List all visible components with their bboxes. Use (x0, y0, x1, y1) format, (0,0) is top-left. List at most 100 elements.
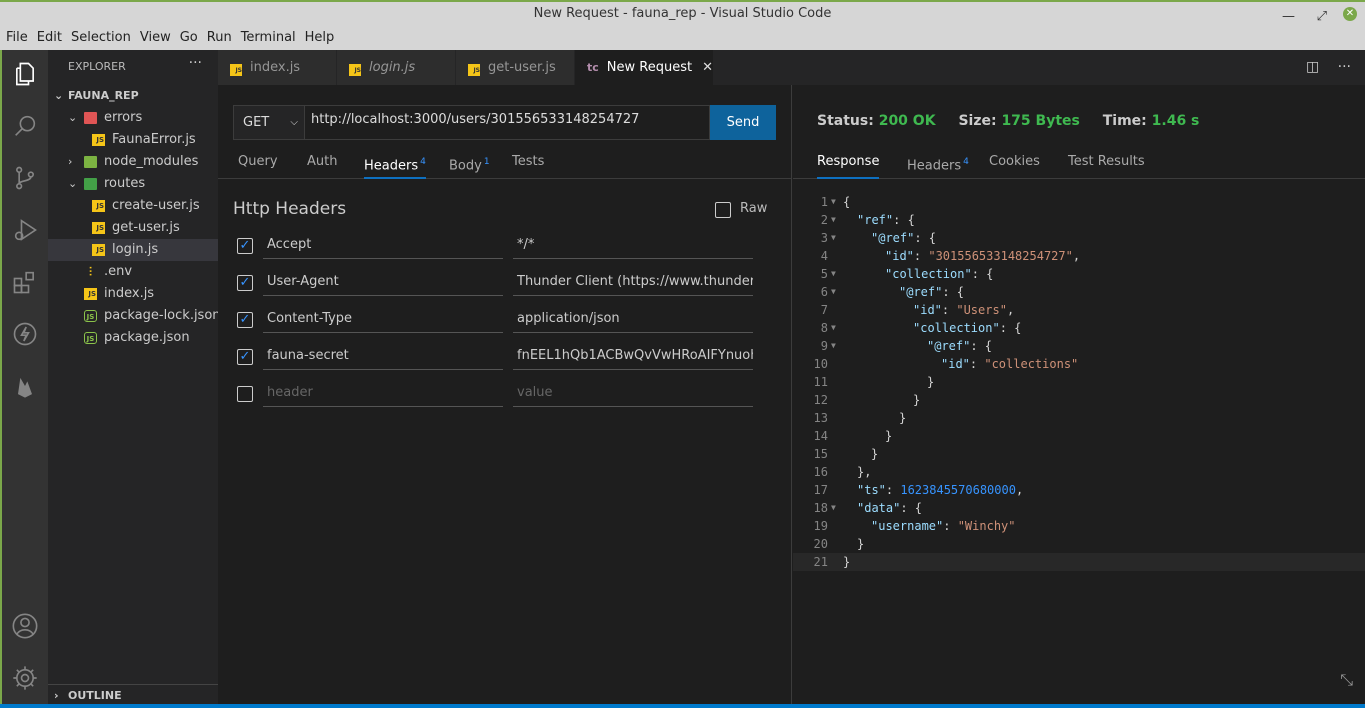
tree-item[interactable]: ⫶ .env (48, 261, 218, 283)
tab-index-js[interactable]: JS index.js (218, 50, 337, 85)
thunder-client-icon[interactable] (11, 320, 39, 348)
tree-item[interactable]: JS get-user.js (48, 217, 218, 239)
fold-arrow-icon[interactable]: ▼ (831, 499, 836, 517)
tree-item-label: package-lock.json (104, 308, 221, 323)
code-text: "@ref": { (871, 229, 936, 247)
fold-arrow-icon[interactable]: ▼ (831, 229, 836, 247)
code-text: "data": { (857, 499, 922, 517)
explorer-icon[interactable] (11, 60, 39, 88)
maximize-button[interactable]: ⤢ (1317, 5, 1327, 29)
tab-login-js[interactable]: JS login.js (337, 50, 456, 85)
tab-body[interactable]: Body 1 (449, 150, 490, 179)
tree-item[interactable]: JS login.js (48, 239, 218, 261)
fold-arrow-icon[interactable]: ▼ (831, 265, 836, 283)
code-line: 13} (793, 409, 1365, 427)
header-key-input[interactable]: Content-Type (263, 308, 503, 333)
tab-cookies[interactable]: Cookies (989, 150, 1040, 179)
header-value-input[interactable]: fnEEL1hQb1ACBwQvVwHRoAIFYnuohdY (513, 345, 753, 370)
send-button[interactable]: Send (710, 105, 776, 140)
menu-terminal[interactable]: Terminal (241, 30, 296, 45)
header-enabled-checkbox[interactable]: ✓ (237, 238, 253, 254)
code-line: 11} (793, 373, 1365, 391)
search-icon[interactable] (11, 112, 39, 140)
header-enabled-checkbox[interactable]: ✓ (237, 312, 253, 328)
close-window-button[interactable]: ✕ (1343, 7, 1357, 21)
header-value-input[interactable]: Thunder Client (https://www.thunderclien… (513, 271, 753, 296)
header-key-input[interactable]: fauna-secret (263, 345, 503, 370)
json-token: "collection" (913, 321, 1000, 335)
json-token: "301556533148254727" (928, 249, 1073, 263)
tree-item[interactable]: ⌄ routes (48, 173, 218, 195)
header-value-input[interactable]: value (513, 382, 753, 407)
fold-arrow-icon[interactable]: ▼ (831, 193, 836, 211)
code-text: "ref": { (857, 211, 915, 229)
menu-go[interactable]: Go (180, 30, 198, 45)
tab-auth[interactable]: Auth (307, 150, 337, 179)
expand-icon[interactable]: ⤡ (1340, 670, 1353, 690)
more-actions-icon[interactable]: ··· (1338, 59, 1351, 75)
menu-run[interactable]: Run (207, 30, 232, 45)
menu-file[interactable]: File (6, 30, 28, 45)
settings-gear-icon[interactable] (11, 664, 39, 692)
tab-tests[interactable]: Tests (512, 150, 544, 179)
menu-bar: File Edit Selection View Go Run Terminal Help (0, 27, 1365, 50)
url-input[interactable]: http://localhost:3000/users/301556533148… (304, 105, 710, 140)
line-number: 19 (813, 519, 828, 533)
header-key-input[interactable]: User-Agent (263, 271, 503, 296)
raw-checkbox[interactable] (715, 202, 731, 218)
tab-label: login.js (369, 60, 416, 75)
tab-headers[interactable]: Headers 4 (364, 150, 426, 179)
firebase-icon[interactable] (11, 372, 39, 400)
code-text: "collection": { (885, 265, 993, 283)
json-token: } (913, 393, 921, 407)
menu-help[interactable]: Help (305, 30, 335, 45)
tab-get-user-js[interactable]: JS get-user.js (456, 50, 575, 85)
extensions-icon[interactable] (11, 268, 39, 296)
workspace-root[interactable]: ⌄ FAUNA_REP (48, 85, 218, 107)
tab-test-results[interactable]: Test Results (1068, 150, 1145, 179)
tree-item[interactable]: JS package.json (48, 327, 218, 349)
header-enabled-checkbox[interactable] (237, 386, 253, 402)
fold-arrow-icon[interactable]: ▼ (831, 283, 836, 301)
tree-item[interactable]: › node_modules (48, 151, 218, 173)
tree-item[interactable]: JS FaunaError.js (48, 129, 218, 151)
outline-section[interactable]: › OUTLINE (48, 684, 218, 704)
code-text: } (871, 445, 878, 463)
menu-edit[interactable]: Edit (37, 30, 62, 45)
tab-query[interactable]: Query (238, 150, 278, 179)
json-token: , (1006, 303, 1015, 317)
header-value-input[interactable]: */* (513, 234, 753, 259)
tab-response[interactable]: Response (817, 150, 880, 179)
request-tabs: Query Auth Headers 4 Body 1 Tests (218, 150, 791, 179)
menu-view[interactable]: View (140, 30, 171, 45)
tree-item[interactable]: ⌄ errors (48, 107, 218, 129)
tab-badge: 4 (963, 157, 969, 167)
tree-item[interactable]: JS package-lock.json (48, 305, 221, 327)
header-enabled-checkbox[interactable]: ✓ (237, 275, 253, 291)
fold-arrow-icon[interactable]: ▼ (831, 211, 836, 229)
menu-selection[interactable]: Selection (71, 30, 131, 45)
tab-new-request[interactable]: tc New Request ✕ (575, 50, 714, 85)
json-token: : { (970, 339, 993, 353)
tree-item[interactable]: JS index.js (48, 283, 218, 305)
run-debug-icon[interactable] (11, 216, 39, 244)
tab-label: Cookies (989, 154, 1040, 169)
account-icon[interactable] (11, 612, 39, 640)
fold-arrow-icon[interactable]: ▼ (831, 319, 836, 337)
header-key-input[interactable]: header (263, 382, 503, 407)
minimize-button[interactable]: — (1282, 5, 1295, 29)
tree-item-label: errors (104, 110, 143, 125)
header-key-input[interactable]: Accept (263, 234, 503, 259)
more-actions-button[interactable]: ··· (189, 55, 202, 71)
method-select[interactable]: GET ⌵ (233, 105, 305, 140)
close-tab-icon[interactable]: ✕ (702, 60, 713, 75)
header-enabled-checkbox[interactable]: ✓ (237, 349, 253, 365)
source-control-icon[interactable] (11, 164, 39, 192)
tree-item[interactable]: JS create-user.js (48, 195, 218, 217)
header-value-input[interactable]: application/json (513, 308, 753, 333)
tab-headers[interactable]: Headers 4 (907, 150, 969, 179)
tree-item-label: routes (104, 176, 146, 191)
split-editor-icon[interactable]: ◫ (1306, 59, 1319, 75)
fold-arrow-icon[interactable]: ▼ (831, 337, 836, 355)
js-file-icon: JS (92, 200, 105, 212)
